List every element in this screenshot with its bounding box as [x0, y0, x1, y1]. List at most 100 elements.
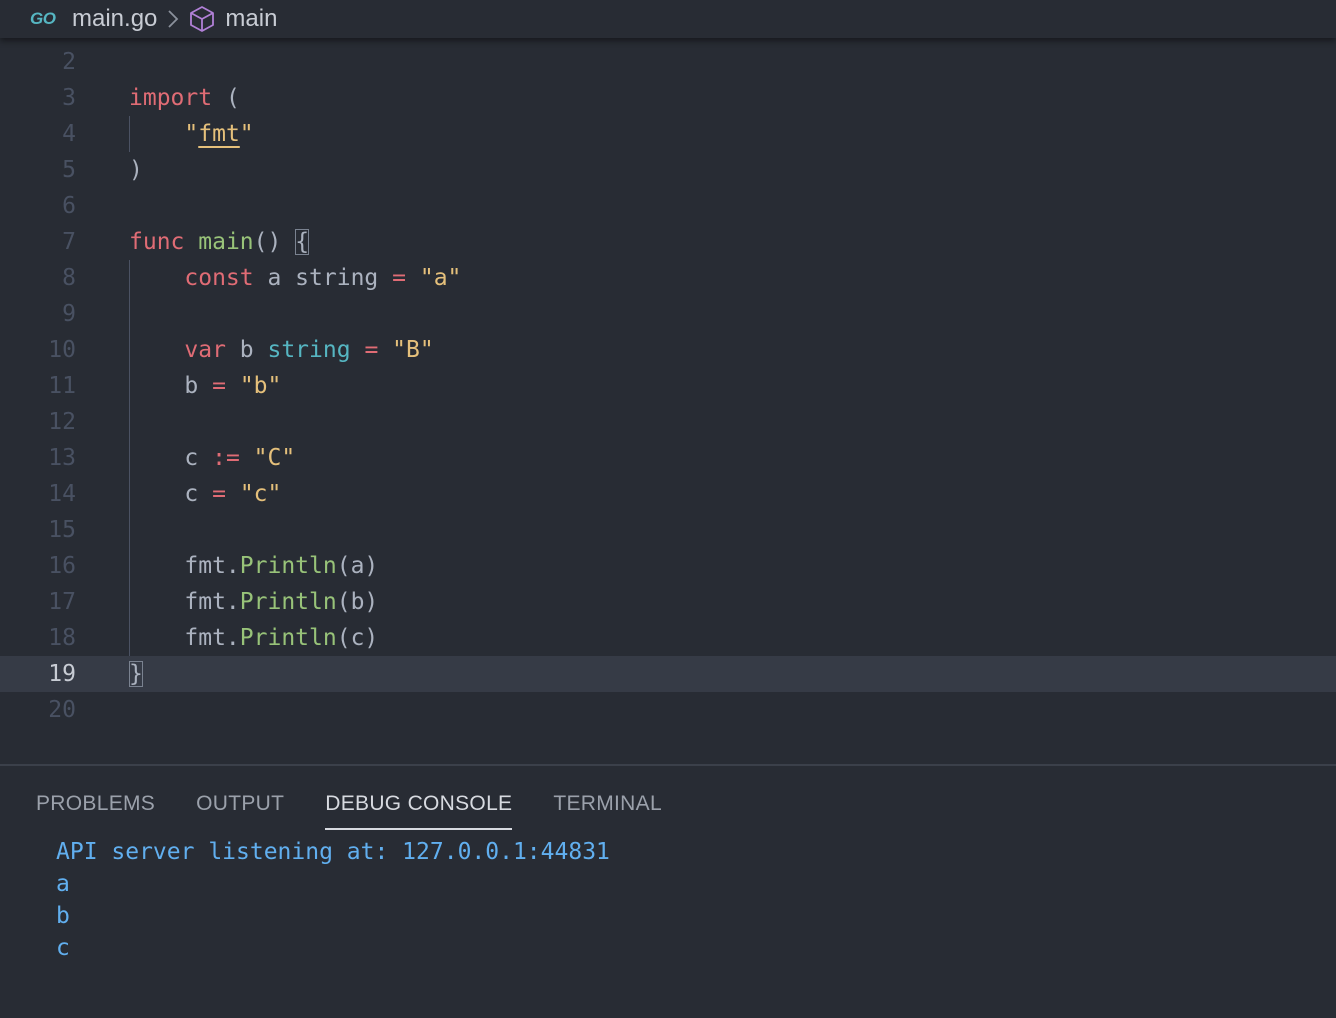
code-token: "c" [239, 481, 282, 507]
code-line[interactable]: 14 c = "c" [0, 476, 1336, 512]
code-token: = [212, 481, 226, 507]
code-text: const a string = "a" [129, 260, 461, 296]
line-number: 4 [62, 121, 76, 147]
code-token: "C" [253, 445, 296, 471]
code-token: func [129, 229, 185, 255]
code-line[interactable]: 2 [0, 44, 1336, 80]
code-token: c [129, 481, 213, 507]
bottom-panel: PROBLEMS OUTPUT DEBUG CONSOLE TERMINAL API … [0, 764, 1336, 1018]
code-line[interactable]: 13 c := "C" [0, 440, 1336, 476]
tab-problems[interactable]: PROBLEMS [36, 788, 155, 828]
tab-output[interactable]: OUTPUT [196, 788, 284, 828]
code-text: var b string = "B" [129, 332, 434, 368]
code-token: b [225, 337, 268, 363]
console-line: API server listening at: 127.0.0.1:44831 [56, 839, 610, 865]
code-line[interactable]: 9 [0, 296, 1336, 332]
code-token: { [295, 229, 310, 255]
code-token: a string [253, 265, 393, 291]
line-number: 19 [48, 661, 76, 687]
breadcrumb-file[interactable]: main.go [72, 5, 157, 33]
code-token: ( [212, 85, 240, 111]
line-number: 16 [48, 553, 76, 579]
code-token: (a) [336, 553, 379, 579]
code-token: := [212, 445, 240, 471]
code-text: fmt.Println(b) [129, 584, 378, 620]
code-token: = [364, 337, 379, 363]
code-text: fmt.Println(c) [129, 620, 378, 656]
line-number: 6 [62, 193, 76, 219]
tab-debug-console[interactable]: DEBUG CONSOLE [325, 788, 513, 830]
code-editor[interactable]: 2 3 import (4 "fmt" 5) 6 7 func main() {8 cons… [0, 38, 1336, 764]
code-token: ) [129, 157, 143, 183]
chevron-right-icon [167, 9, 179, 29]
breadcrumb: GO main.go main [0, 0, 1336, 38]
console-line: c [56, 935, 70, 961]
code-token: "B" [392, 337, 434, 363]
code-token: " [239, 121, 254, 147]
code-text: b = "b" [129, 368, 281, 404]
code-token: import [129, 85, 213, 111]
code-token: () [253, 229, 296, 255]
line-number: 7 [62, 229, 76, 255]
code-token: fmt [198, 121, 240, 147]
code-line[interactable]: 4 "fmt" [0, 116, 1336, 152]
line-number: 2 [62, 49, 76, 75]
code-text: } [129, 656, 143, 692]
code-line[interactable]: 16 fmt.Println(a) [0, 548, 1336, 584]
code-text: c := "C" [129, 440, 295, 476]
code-line[interactable]: 7 func main() { [0, 224, 1336, 260]
line-number: 3 [62, 85, 76, 111]
line-number: 18 [48, 625, 76, 651]
code-line[interactable]: 20 [0, 692, 1336, 728]
code-token: c [129, 445, 213, 471]
code-token: fmt. [129, 625, 240, 651]
panel-tabs: PROBLEMS OUTPUT DEBUG CONSOLE TERMINAL [36, 788, 703, 830]
code-line[interactable]: 17 fmt.Println(b) [0, 584, 1336, 620]
console-line: a [56, 871, 70, 897]
code-line[interactable]: 10 var b string = "B" [0, 332, 1336, 368]
code-line[interactable]: 11 b = "b" [0, 368, 1336, 404]
code-token: Println [239, 625, 337, 651]
code-line[interactable]: 3 import ( [0, 80, 1336, 116]
code-token: b [129, 373, 213, 399]
code-line[interactable]: 5) [0, 152, 1336, 188]
debug-console-output[interactable]: API server listening at: 127.0.0.1:44831… [56, 836, 610, 964]
breadcrumb-symbol[interactable]: main [225, 5, 277, 33]
line-number: 15 [48, 517, 76, 543]
code-line[interactable]: 19} [0, 656, 1336, 692]
code-token: const [184, 265, 254, 291]
code-token: (c) [336, 625, 379, 651]
line-number: 10 [48, 337, 76, 363]
code-token: = [212, 373, 226, 399]
code-line[interactable]: 12 [0, 404, 1336, 440]
line-number: 8 [62, 265, 76, 291]
code-line[interactable]: 6 [0, 188, 1336, 224]
line-number: 12 [48, 409, 76, 435]
code-token: main [198, 229, 254, 255]
code-line[interactable]: 8 const a string = "a" [0, 260, 1336, 296]
line-number: 5 [62, 157, 76, 183]
line-number: 13 [48, 445, 76, 471]
code-token: = [392, 265, 406, 291]
line-number: 9 [62, 301, 76, 327]
go-file-icon: GO [30, 9, 56, 28]
code-token: "b" [239, 373, 282, 399]
console-line: b [56, 903, 70, 929]
code-line[interactable]: 18 fmt.Println(c) [0, 620, 1336, 656]
code-text: import ( [129, 80, 240, 116]
tab-terminal[interactable]: TERMINAL [553, 788, 662, 828]
code-token: Println [239, 553, 337, 579]
code-line[interactable]: 15 [0, 512, 1336, 548]
line-number: 11 [48, 373, 76, 399]
symbol-module-icon [189, 5, 215, 33]
code-token: fmt. [129, 553, 240, 579]
code-token: (b) [336, 589, 379, 615]
